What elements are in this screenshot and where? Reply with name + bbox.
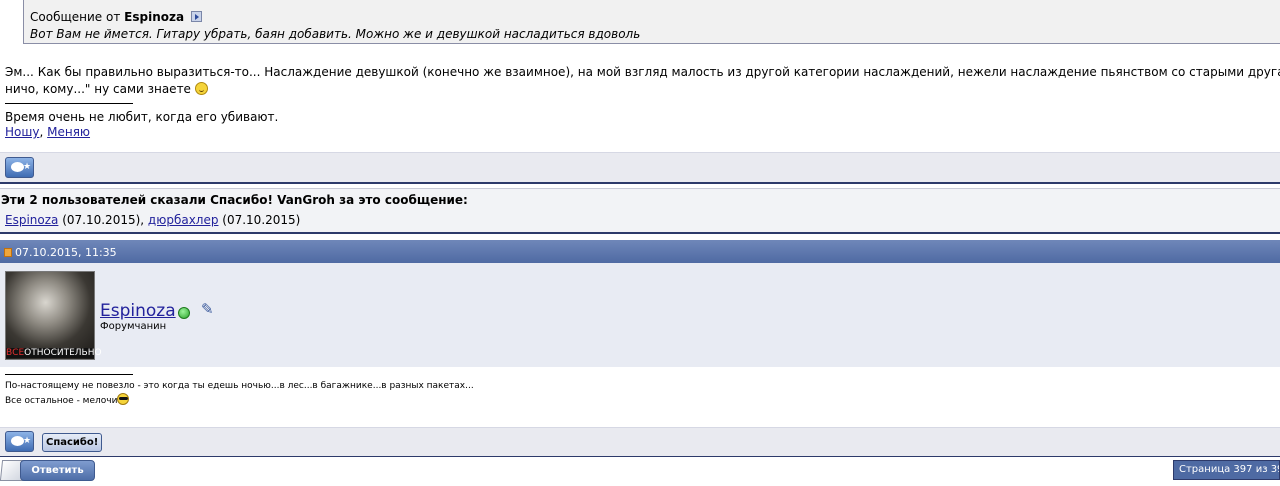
cool-smile-icon: [117, 393, 130, 405]
thanks-button[interactable]: Спасибо!: [42, 433, 103, 452]
username-link[interactable]: Espinoza: [100, 301, 176, 321]
post-body-line1: Эм... Как бы правильно выразиться-то... …: [5, 64, 1280, 81]
reply-control[interactable]: Ответить: [0, 459, 96, 482]
online-status-icon: [178, 307, 190, 319]
smile-icon: [194, 82, 208, 95]
quote-author: Espinoza: [124, 10, 185, 24]
thanks-user-durbahler[interactable]: дюрбахлер: [148, 213, 219, 227]
sig-separator: ,: [39, 125, 44, 139]
user-info: ВСЕОТНОСИТЕЛЬНО Espinoza ✎ Форумчанин: [0, 263, 1280, 367]
sig-link-nosu[interactable]: Ношу: [5, 125, 39, 139]
thanks-date: (07.10.2015),: [58, 213, 145, 227]
avatar-caption-white: ОТНОСИТЕЛЬНО: [24, 348, 102, 358]
avatar[interactable]: ВСЕОТНОСИТЕЛЬНО: [5, 271, 102, 360]
post-body-line2: ничо, кому..." ну сами знаете: [5, 81, 1280, 98]
view-post-arrow-icon[interactable]: [190, 11, 202, 22]
post-actions-bar: ★ Спасибо!: [0, 427, 1280, 457]
signature-line2: Все остальное - мелочи: [5, 393, 474, 408]
signature-line2-text: Все остальное - мелочи: [5, 396, 118, 406]
avatar-caption-red: ВСЕ: [6, 348, 25, 358]
pagination-label[interactable]: Страница 397 из 39: [1173, 460, 1280, 480]
sig-link-menyau[interactable]: Меняю: [47, 125, 90, 139]
post-body-text-a: Эм... Как бы правильно выразиться-то... …: [5, 65, 1280, 79]
post-date-bar: 07.10.2015, 11:35: [0, 240, 1280, 263]
pencil-icon[interactable]: ✎: [201, 300, 214, 318]
signature-line1: По-настоящему не повезло - это когда ты …: [5, 381, 474, 391]
thanks-date: (07.10.2015): [218, 213, 301, 227]
quote-text: Вот Вам не ймется. Гитару убрать, баян д…: [30, 27, 641, 41]
multiquote-button[interactable]: ★: [5, 157, 34, 178]
post-body: Эм... Как бы правильно выразиться-то... …: [5, 64, 1280, 98]
quote-header-prefix: Сообщение от: [30, 10, 121, 24]
star-icon: ★: [23, 436, 32, 446]
multiquote-button[interactable]: ★: [5, 431, 34, 452]
thanks-user-espinoza[interactable]: Espinoza: [5, 213, 58, 227]
post-actions-bar: ★: [0, 152, 1280, 184]
star-icon: ★: [23, 162, 32, 172]
signature: Время очень не любит, когда его убивают.…: [5, 103, 278, 140]
signature-text: Время очень не любит, когда его убивают.: [5, 110, 279, 124]
signature: По-настоящему не повезло - это когда ты …: [5, 374, 474, 408]
avatar-caption: ВСЕОТНОСИТЕЛЬНО: [6, 348, 102, 358]
post-datetime: 07.10.2015, 11:35: [15, 246, 117, 259]
signature-divider: [5, 374, 133, 375]
user-title: Форумчанин: [100, 321, 167, 332]
thanks-list: Espinoza (07.10.2015), дюрбахлер (07.10.…: [0, 207, 1280, 234]
reply-button[interactable]: Ответить: [20, 460, 95, 481]
signature-divider: [5, 103, 133, 104]
post-status-icon: [4, 248, 12, 257]
quote-header: Сообщение от Espinoza: [30, 10, 1280, 24]
thanks-header: Эти 2 пользователей сказали Спасибо! Van…: [0, 188, 1280, 207]
post-body-text-c: ничо, кому..." ну сами знаете: [5, 82, 191, 96]
quote-block: Сообщение от Espinoza Вот Вам не ймется.…: [23, 0, 1280, 44]
signature-links: Ношу, Меняю: [5, 125, 278, 140]
